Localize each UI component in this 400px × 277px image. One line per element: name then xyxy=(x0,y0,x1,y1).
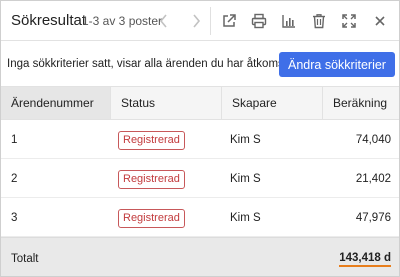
record-count: 1-3 av 3 poster xyxy=(82,14,163,28)
total-value: 143,418 d xyxy=(339,252,391,267)
cell-number: 3 xyxy=(11,212,18,224)
trash-icon xyxy=(313,14,325,29)
page-title: Sökresultat xyxy=(11,12,87,29)
column-header-number[interactable]: Ärendenummer xyxy=(1,87,110,119)
external-link-icon xyxy=(223,14,236,27)
bar-chart-icon xyxy=(282,15,295,28)
print-button[interactable] xyxy=(248,10,270,32)
toolbar-divider xyxy=(210,7,211,35)
close-icon xyxy=(375,16,385,26)
status-badge: Registrerad xyxy=(118,169,185,189)
cell-creator: Kim S xyxy=(230,134,261,146)
cell-status: Registrerad xyxy=(118,199,185,237)
table-row[interactable]: 1 Registrerad Kim S 74,040 xyxy=(1,121,399,159)
table-row[interactable]: 2 Registrerad Kim S 21,402 xyxy=(1,160,399,198)
panel-header: Sökresultat 1-3 av 3 poster xyxy=(1,1,399,41)
column-header-status[interactable]: Status xyxy=(110,87,221,119)
cell-status: Registrerad xyxy=(118,121,185,159)
total-label: Totalt xyxy=(11,253,39,265)
printer-icon xyxy=(251,13,267,29)
table-row[interactable]: 3 Registrerad Kim S 47,976 xyxy=(1,199,399,237)
next-page-button[interactable] xyxy=(185,9,207,33)
status-badge: Registrerad xyxy=(118,208,185,228)
cell-calculation: 47,976 xyxy=(355,212,391,224)
delete-button[interactable] xyxy=(308,10,330,32)
criteria-info-text: Inga sökkriterier satt, visar alla ärend… xyxy=(7,58,302,70)
table-footer: Totalt 143,418 d xyxy=(1,237,399,276)
column-header-creator[interactable]: Skapare xyxy=(221,87,322,119)
table-header: Ärendenummer Status Skapare Beräkning xyxy=(1,86,399,120)
previous-page-button[interactable] xyxy=(153,9,175,33)
expand-icon xyxy=(342,14,356,28)
expand-button[interactable] xyxy=(338,10,360,32)
change-search-criteria-button[interactable]: Ändra sökkriterier xyxy=(279,52,395,77)
cell-calculation: 21,402 xyxy=(355,173,391,185)
search-results-panel: Sökresultat 1-3 av 3 poster Inga sökkrit… xyxy=(0,0,400,277)
search-criteria-bar: Inga sökkriterier satt, visar alla ärend… xyxy=(1,42,399,85)
status-badge: Registrerad xyxy=(118,130,185,150)
cell-calculation: 74,040 xyxy=(355,134,391,146)
column-header-calculation[interactable]: Beräkning xyxy=(322,87,399,119)
chevron-left-icon xyxy=(159,14,167,28)
cell-number: 2 xyxy=(11,173,18,185)
cell-creator: Kim S xyxy=(230,212,261,224)
cell-status: Registrerad xyxy=(118,160,185,198)
statistics-button[interactable] xyxy=(278,10,300,32)
close-button[interactable] xyxy=(369,10,391,32)
open-external-button[interactable] xyxy=(218,10,240,32)
cell-creator: Kim S xyxy=(230,173,261,185)
cell-number: 1 xyxy=(11,134,18,146)
chevron-right-icon xyxy=(193,14,201,28)
